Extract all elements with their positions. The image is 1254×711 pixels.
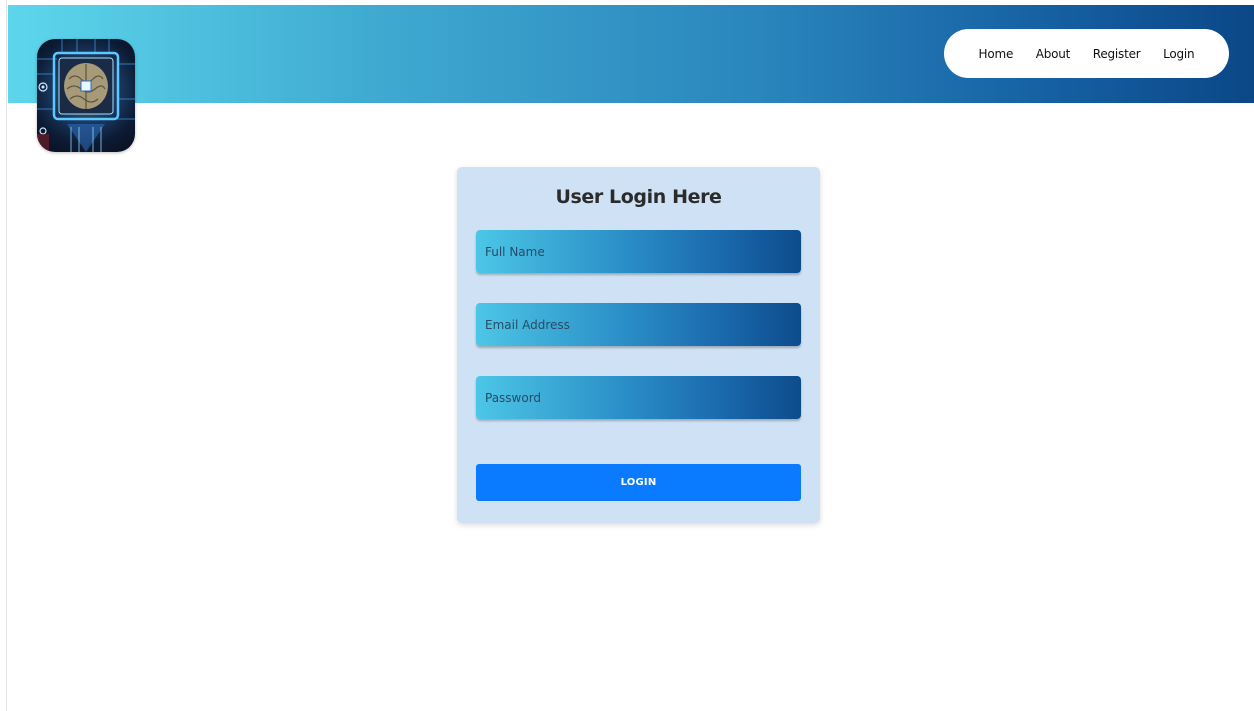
logo[interactable] (37, 39, 135, 152)
login-title: User Login Here (555, 186, 722, 208)
main-nav: Home About Register Login (944, 29, 1229, 78)
nav-about-link[interactable]: About (1036, 47, 1071, 61)
nav-login-link[interactable]: Login (1163, 47, 1195, 61)
nav-home-link[interactable]: Home (979, 47, 1014, 61)
nav-register-link[interactable]: Register (1093, 47, 1141, 61)
password-field[interactable] (476, 376, 801, 419)
ai-chip-brain-icon (37, 39, 135, 152)
window-left-edge (0, 0, 7, 711)
login-button[interactable]: LOGIN (476, 464, 801, 501)
full-name-field[interactable] (476, 230, 801, 273)
email-field[interactable] (476, 303, 801, 346)
